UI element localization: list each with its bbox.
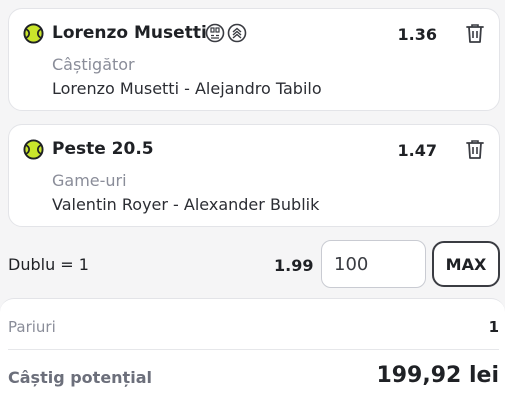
summary-divider <box>8 349 499 350</box>
bets-count-value: 1 <box>488 318 499 336</box>
selection-badges <box>205 22 247 44</box>
system-stake-row: Dublu = 1 1.99 MAX <box>0 240 505 288</box>
bets-count-label: Pariuri <box>8 318 56 336</box>
bet-selection-card: Peste 20.5 1.47 Game-uri Valentin Royer … <box>8 124 500 227</box>
trash-icon[interactable] <box>465 138 485 160</box>
bet-selection-card: Lorenzo Musetti 1.36 Câștigător Lorenzo … <box>8 8 500 111</box>
selection-market: Câștigător <box>52 55 135 74</box>
betslip-summary: Pariuri 1 Câștig potențial 199,92 lei <box>0 298 505 401</box>
scoreboard-badge-icon <box>205 23 225 43</box>
tennis-ball-icon <box>23 23 44 44</box>
max-stake-button[interactable]: MAX <box>432 241 500 287</box>
system-total-odds: 1.99 <box>274 256 314 275</box>
streak-badge-icon <box>227 23 247 43</box>
potential-win-value: 199,92 lei <box>376 363 499 388</box>
potential-win-label: Câștig potențial <box>8 368 152 387</box>
selection-title: Lorenzo Musetti <box>52 23 207 43</box>
selection-match[interactable]: Valentin Royer - Alexander Bublik <box>52 195 319 214</box>
selection-odds: 1.47 <box>397 141 437 160</box>
selection-title: Peste 20.5 <box>52 139 154 159</box>
stake-input[interactable] <box>321 240 426 288</box>
selection-market: Game-uri <box>52 171 127 190</box>
trash-icon[interactable] <box>465 22 485 44</box>
selection-odds: 1.36 <box>397 25 437 44</box>
tennis-ball-icon <box>23 139 44 160</box>
system-type-label: Dublu = 1 <box>8 255 89 274</box>
selection-match[interactable]: Lorenzo Musetti - Alejandro Tabilo <box>52 79 322 98</box>
